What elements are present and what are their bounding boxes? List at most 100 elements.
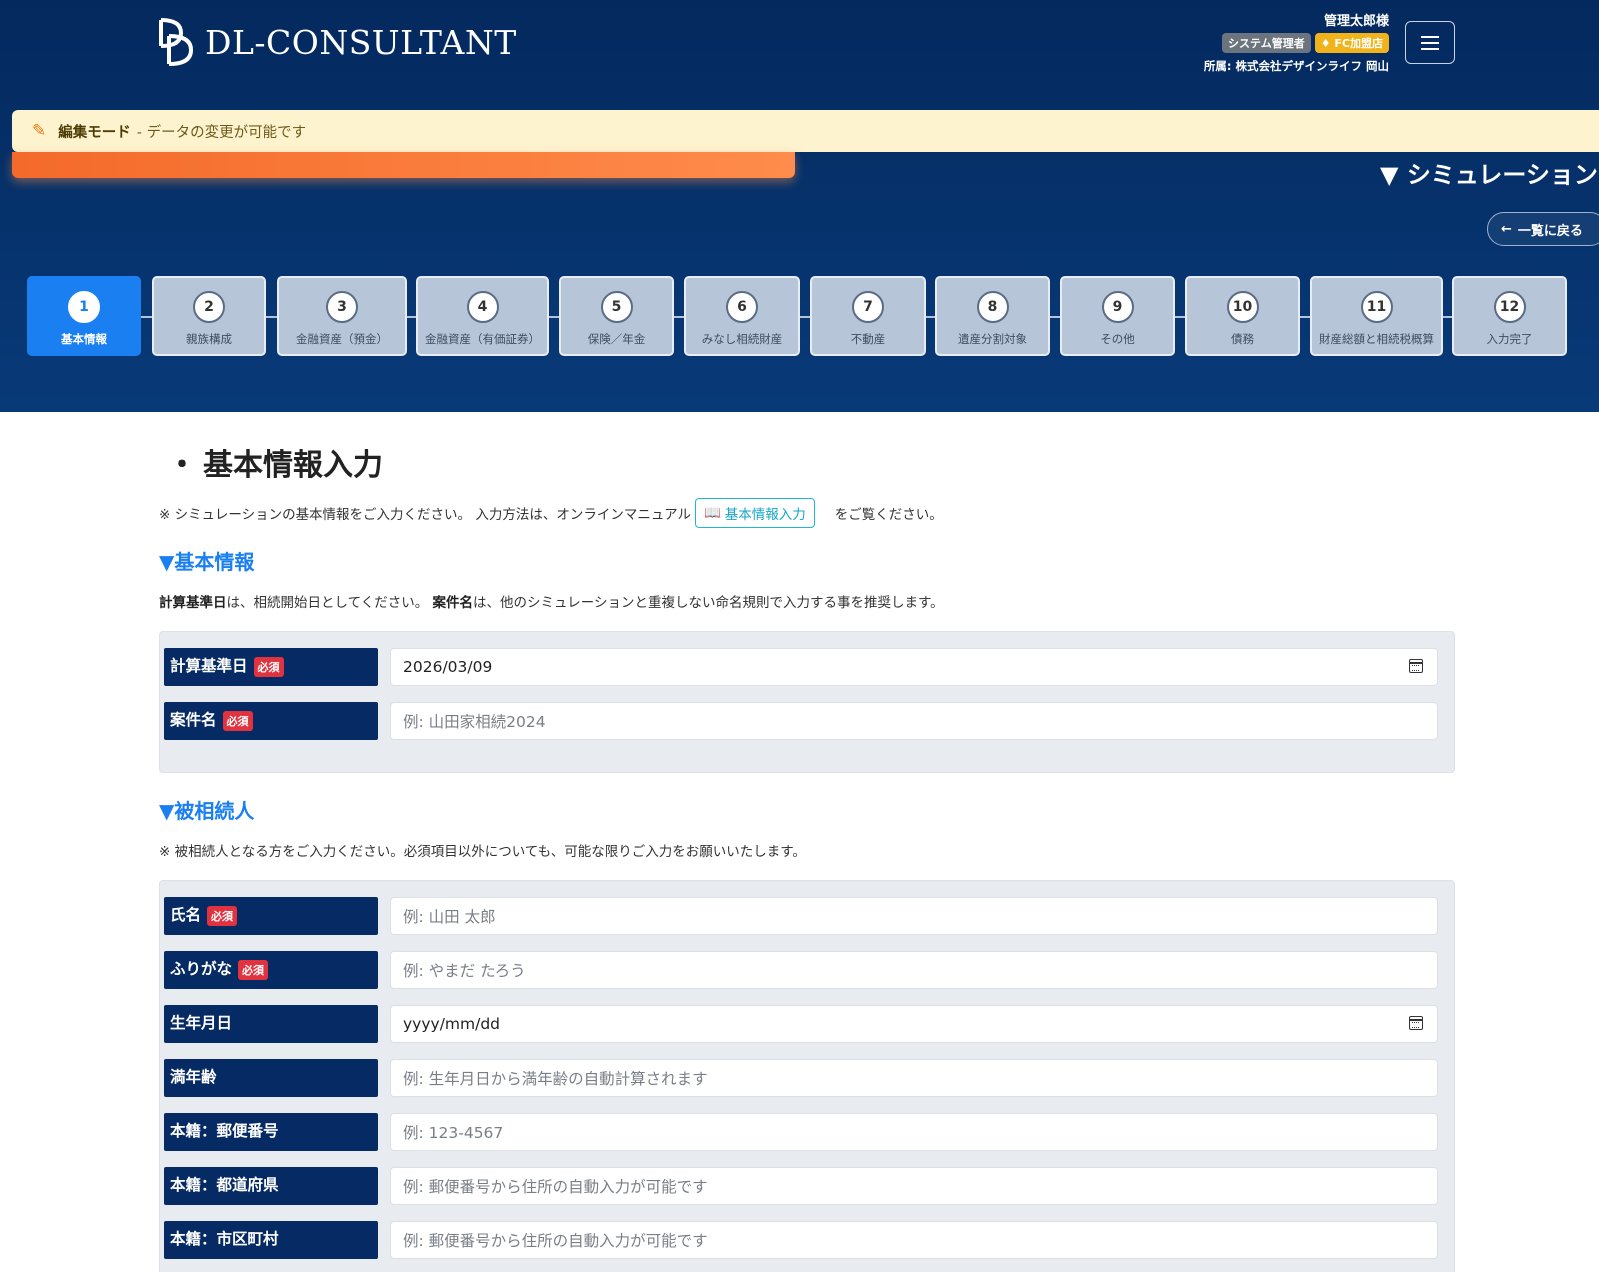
- step-number: 8: [976, 291, 1009, 323]
- menu-icon: [1421, 35, 1439, 38]
- field-label-text: 案件名: [170, 711, 217, 729]
- user-name: 管理太郎様: [1323, 14, 1389, 29]
- step-label: 基本情報: [61, 332, 107, 346]
- decedent-field-input[interactable]: 例: 郵便番号から住所の自動入力が可能です: [390, 1221, 1438, 1259]
- field-label-text: 計算基準日: [170, 657, 248, 675]
- intro-text: ※ シミュレーションの基本情報をご入力ください。 入力方法は、オンラインマニュア…: [159, 498, 1455, 528]
- step-7[interactable]: 7 不動産: [810, 276, 926, 356]
- step-number: 6: [726, 291, 758, 323]
- field-placeholder: 例: やまだ たろう: [403, 962, 526, 980]
- decedent-field-input[interactable]: 例: 123-4567: [390, 1113, 1438, 1151]
- role-badge: システム管理者: [1222, 33, 1311, 53]
- intro-before: ※ シミュレーションの基本情報をご入力ください。 入力方法は、オンラインマニュア…: [159, 507, 691, 523]
- edit-mode-message: - データの変更が可能です: [136, 124, 307, 141]
- step-number: 4: [466, 291, 499, 323]
- required-badge: 必須: [253, 657, 284, 677]
- field-placeholder: 例: 生年月日から満年齢の自動計算されます: [403, 1070, 708, 1088]
- calendar-icon[interactable]: [1409, 1016, 1423, 1030]
- step-4[interactable]: 4 金融資産（有価証券）: [416, 276, 549, 356]
- form-row: 本籍：郵便番号 例: 123-4567: [164, 1113, 1438, 1151]
- case-name-placeholder: 例: 山田家相続2024: [403, 713, 546, 731]
- brand-logo[interactable]: DL-CONSULTANT: [157, 16, 517, 68]
- field-label-text: 生年月日: [170, 1014, 233, 1032]
- step-12[interactable]: 12 入力完了: [1452, 276, 1567, 356]
- case-name-input[interactable]: 例: 山田家相続2024: [390, 702, 1438, 740]
- step-10[interactable]: 10 債務: [1185, 276, 1300, 356]
- step-number: 12: [1493, 291, 1526, 323]
- step-label: 金融資産（預金）: [296, 332, 388, 346]
- step-label: その他: [1100, 332, 1135, 346]
- step-6[interactable]: 6 みなし相続財産: [684, 276, 800, 356]
- pencil-icon: ✎: [32, 121, 47, 141]
- field-label-text: 満年齢: [170, 1068, 217, 1086]
- section-title-decedent: ▼被相続人: [159, 799, 255, 823]
- step-number: 5: [600, 291, 633, 323]
- form-row: 生年月日 yyyy/mm/dd: [164, 1005, 1438, 1043]
- section-title-basic: ▼基本情報: [159, 550, 255, 574]
- note-text-1: は、相続開始日としてください。: [226, 595, 433, 611]
- note-bold-case-name: 案件名: [432, 595, 473, 611]
- step-label: 保険／年金: [587, 332, 646, 346]
- form-row: 氏名 必須 例: 山田 太郎: [164, 897, 1438, 935]
- step-number: 1: [68, 291, 100, 323]
- brand-name: DL-CONSULTANT: [205, 22, 517, 62]
- main-content: ・基本情報入力 ※ シミュレーションの基本情報をご入力ください。 入力方法は、オ…: [159, 440, 1455, 1272]
- decedent-field-input[interactable]: yyyy/mm/dd: [390, 1005, 1438, 1043]
- field-label: ふりがな 必須: [164, 951, 378, 989]
- step-number: 11: [1360, 291, 1393, 323]
- required-badge: 必須: [222, 711, 253, 731]
- edit-mode-title: 編集モード: [58, 124, 131, 141]
- field-placeholder: 例: 郵便番号から住所の自動入力が可能です: [403, 1232, 708, 1250]
- step-8[interactable]: 8 遺産分割対象: [935, 276, 1050, 356]
- section-note-basic: 計算基準日は、相続開始日としてください。 案件名は、他のシミュレーションと重複し…: [159, 591, 1455, 611]
- decedent-card: 氏名 必須 例: 山田 太郎 ふりがな 必須 例: やまだ たろう 生年月日 yyyy/mm/…: [159, 880, 1455, 1272]
- step-label: 不動産: [850, 332, 886, 346]
- decedent-field-input[interactable]: 例: 山田 太郎: [390, 897, 1438, 935]
- form-row: ふりがな 必須 例: やまだ たろう: [164, 951, 1438, 989]
- book-icon: 📖: [703, 505, 721, 521]
- step-label: 親族構成: [186, 332, 232, 346]
- form-row: 本籍：市区町村 例: 郵便番号から住所の自動入力が可能です: [164, 1221, 1438, 1259]
- decedent-field-input[interactable]: 例: やまだ たろう: [390, 951, 1438, 989]
- diamond-icon: ♦: [1320, 37, 1335, 50]
- step-label: 債務: [1231, 332, 1254, 346]
- back-to-list-button[interactable]: ← 一覧に戻る: [1487, 212, 1599, 246]
- step-label: 金融資産（有価証券）: [425, 332, 540, 346]
- page-title: ・基本情報入力: [167, 440, 1455, 484]
- step-number: 2: [193, 291, 225, 323]
- step-label: 財産総額と相続税概算: [1319, 332, 1434, 346]
- step-number: 3: [326, 291, 358, 323]
- calendar-icon[interactable]: [1409, 659, 1423, 673]
- manual-link[interactable]: 📖 基本情報入力: [694, 498, 815, 528]
- calc-date-input[interactable]: 2026/03/09: [390, 648, 1438, 686]
- decedent-field-input[interactable]: 例: 郵便番号から住所の自動入力が可能です: [390, 1167, 1438, 1205]
- field-placeholder: yyyy/mm/dd: [403, 1015, 501, 1033]
- required-badge: 必須: [207, 906, 238, 926]
- calc-date-value: 2026/03/09: [403, 658, 493, 676]
- basic-info-card: 計算基準日 必須 2026/03/09 案件名 必須 例: 山田家相続2024: [159, 631, 1455, 773]
- form-row: 満年齢 例: 生年月日から満年齢の自動計算されます: [164, 1059, 1438, 1097]
- user-info: 管理太郎様 システム管理者 ♦ FC加盟店 所属: 株式会社デザインライフ 岡山: [1204, 10, 1389, 74]
- step-9[interactable]: 9 その他: [1060, 276, 1175, 356]
- field-label: 計算基準日 必須: [164, 648, 378, 686]
- step-11[interactable]: 11 財産総額と相続税概算: [1310, 276, 1443, 356]
- step-2[interactable]: 2 親族構成: [152, 276, 266, 356]
- field-label-text: 本籍：郵便番号: [170, 1122, 279, 1140]
- step-label: 入力完了: [1486, 332, 1533, 346]
- step-3[interactable]: 3 金融資産（預金）: [277, 276, 407, 356]
- progress-bar: [12, 152, 795, 178]
- step-1[interactable]: 1 基本情報: [27, 276, 141, 356]
- note-text-2: は、他のシミュレーションと重複しない命名規則で入力する事を推奨します。: [472, 595, 944, 611]
- app-header: DL-CONSULTANT 管理太郎様 システム管理者 ♦ FC加盟店 所属: …: [0, 0, 1599, 412]
- field-label: 満年齢: [164, 1059, 378, 1097]
- step-label: 遺産分割対象: [958, 332, 1027, 346]
- decedent-field-input[interactable]: 例: 生年月日から満年齢の自動計算されます: [390, 1059, 1438, 1097]
- field-placeholder: 例: 郵便番号から住所の自動入力が可能です: [403, 1178, 708, 1196]
- form-row: 本籍：都道府県 例: 郵便番号から住所の自動入力が可能です: [164, 1167, 1438, 1205]
- step-navigation: 1 基本情報 2 親族構成 3 金融資産（預金） 4 金融資産（有価証券） 5 保険／年金 6 みなし…: [0, 276, 1599, 358]
- section-note-decedent: ※ 被相続人となる方をご入力ください。必須項目以外についても、可能な限りご入力を…: [159, 844, 806, 860]
- field-label: 氏名 必須: [164, 897, 378, 935]
- step-5[interactable]: 5 保険／年金: [559, 276, 674, 356]
- hamburger-menu-button[interactable]: [1405, 21, 1455, 64]
- field-label-text: 氏名: [170, 906, 202, 924]
